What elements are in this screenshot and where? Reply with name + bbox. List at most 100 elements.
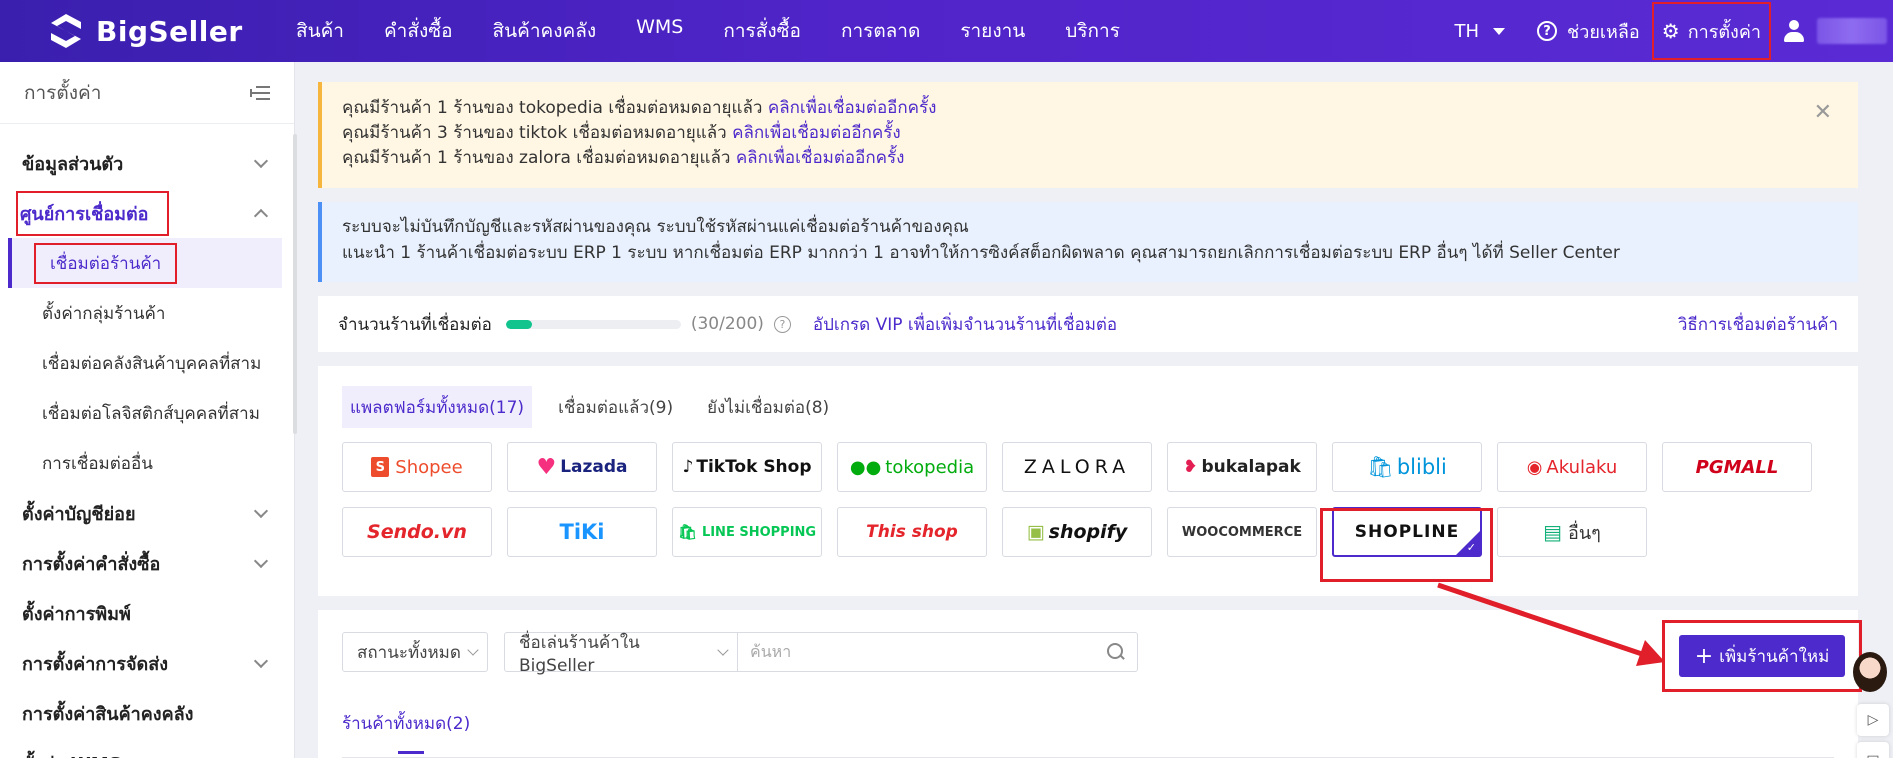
help-link[interactable]: ? ช่วยเหลือ	[1537, 17, 1640, 46]
platform-line-shopping[interactable]: 🛍 LINE SHOPPING	[672, 507, 822, 557]
chevron-down-icon	[717, 644, 729, 656]
sidebar-item-label: ข้อมูลส่วนตัว	[22, 153, 124, 175]
platform-pgmall[interactable]: PGMALL	[1662, 442, 1812, 492]
chevron-down-icon	[253, 503, 269, 518]
tab-not-connected[interactable]: ยังไม่เชื่อมต่อ(8)	[699, 386, 837, 428]
sidebar-item-shipping-settings[interactable]: การตั้งค่าการจัดส่ง	[0, 638, 294, 688]
sidebar-subitem-other-connection[interactable]: การเชื่อมต่ออื่น	[0, 438, 294, 488]
platform-label: Lazada	[560, 457, 628, 477]
tab-all-stores[interactable]: ร้านค้าทั้งหมด(2)	[342, 714, 470, 734]
add-store-label: เพิ่มร้านค้าใหม่	[1719, 646, 1830, 667]
info-line-2: แนะนำ 1 ร้านค้าเชื่อมต่อระบบ ERP 1 ระบบ …	[342, 243, 1620, 263]
platform-label: อื่นๆ	[1568, 522, 1601, 544]
sidebar-subitem-label: การเชื่อมต่ออื่น	[42, 453, 153, 474]
sidebar-item-subaccount[interactable]: ตั้งค่าบัญชีย่อย	[0, 488, 294, 538]
nav-marketing[interactable]: การตลาด	[841, 16, 920, 46]
quota-progress-bar	[505, 319, 681, 329]
store-search-input[interactable]: ค้นหา	[738, 632, 1138, 672]
alert-line: คุณมีร้านค้า 1 ร้านของ zalora เชื่อมต่อห…	[342, 146, 1838, 171]
top-navbar: BigSeller สินค้า คำสั่งซื้อ สินค้าคงคลัง…	[0, 0, 1893, 62]
reconnect-link[interactable]: คลิกเพื่อเชื่อมต่ออีกครั้ง	[768, 98, 937, 118]
search-placeholder: ค้นหา	[750, 641, 792, 661]
store-icon: ▤	[1543, 520, 1563, 544]
platform-woocommerce[interactable]: WOOCOMMERCE	[1167, 507, 1317, 557]
sidebar-subitem-3pl-warehouse[interactable]: เชื่อมต่อคลังสินค้าบุคคลที่สาม	[0, 338, 294, 388]
how-to-connect-link[interactable]: วิธีการเชื่อมต่อร้านค้า	[1678, 311, 1838, 338]
sidebar-item-order-settings[interactable]: การตั้งค่าคำสั่งซื้อ	[0, 538, 294, 588]
tab-all-platforms[interactable]: แพลตฟอร์มทั้งหมด(17)	[342, 386, 533, 428]
nav-products[interactable]: สินค้า	[296, 16, 344, 46]
platform-label: Sendo.vn	[367, 521, 467, 543]
sidebar-subitem-label: เชื่อมต่อโลจิสติกส์บุคคลที่สาม	[42, 403, 260, 424]
nav-orders[interactable]: คำสั่งซื้อ	[384, 16, 453, 46]
tab-connected[interactable]: เชื่อมต่อแล้ว(9)	[550, 386, 681, 428]
upgrade-vip-link[interactable]: อัปเกรด VIP เพื่อเพิ่มจำนวนร้านที่เชื่อม…	[813, 311, 1117, 338]
logo[interactable]: BigSeller	[46, 11, 246, 51]
assistant-avatar[interactable]	[1853, 652, 1887, 692]
platform-label: PGMALL	[1695, 456, 1779, 478]
settings-label: การตั้งค่า	[1687, 21, 1761, 43]
platform-other[interactable]: ▤ อื่นๆ	[1497, 507, 1647, 557]
search-icon[interactable]	[1107, 643, 1125, 661]
shopify-bag-icon: ▣	[1026, 521, 1045, 543]
sidebar-item-connection-center[interactable]: ศูนย์การเชื่อมต่อ	[0, 188, 294, 238]
sidebar-item-label: การตั้งค่าการจัดส่ง	[22, 653, 168, 675]
platform-panel: แพลตฟอร์มทั้งหมด(17) เชื่อมต่อแล้ว(9) ยั…	[318, 366, 1858, 596]
user-menu[interactable]	[1783, 18, 1887, 44]
tiktok-note-icon: ♪	[682, 457, 694, 477]
platform-sendo[interactable]: Sendo.vn	[342, 507, 492, 557]
chevron-down-icon	[253, 153, 269, 168]
platform-grid: S Shopee ♥ Lazada ♪ TikTok Shop ●● tokop…	[342, 442, 1834, 557]
platform-lazada[interactable]: ♥ Lazada	[507, 442, 657, 492]
platform-akulaku[interactable]: ◉ Akulaku	[1497, 442, 1647, 492]
tokopedia-owl-icon: ●●	[849, 456, 882, 478]
platform-label: blibli	[1396, 455, 1447, 479]
nav-wms[interactable]: WMS	[636, 16, 683, 46]
video-icon[interactable]: ▷	[1857, 704, 1889, 736]
shopline-highlight	[1320, 508, 1493, 582]
search-field-select[interactable]: ชื่อเล่นร้านค้าใน BigSeller	[504, 632, 738, 676]
sidebar-subitem-store-group[interactable]: ตั้งค่ากลุ่มร้านค้า	[0, 288, 294, 338]
language-select[interactable]: TH	[1454, 21, 1506, 42]
status-select[interactable]: สถานะทั้งหมด	[342, 632, 488, 672]
sidebar-header: การตั้งค่า	[0, 62, 294, 124]
platform-shopify[interactable]: ▣ shopify	[1002, 507, 1152, 557]
platform-thisshop[interactable]: This shop	[837, 507, 987, 557]
platform-bukalapak[interactable]: ❥ bukalapak	[1167, 442, 1317, 492]
sidebar-item-inventory-settings[interactable]: การตั้งค่าสินค้าคงคลัง	[0, 688, 294, 738]
alert-line: คุณมีร้านค้า 3 ร้านของ tiktok เชื่อมต่อห…	[342, 121, 1838, 146]
platform-zalora[interactable]: ZALORA	[1002, 442, 1152, 492]
nav-services[interactable]: บริการ	[1065, 16, 1120, 46]
plus-icon: +	[1694, 643, 1714, 669]
sidebar-subitem-connect-store[interactable]: เชื่อมต่อร้านค้า	[8, 238, 282, 288]
nav-purchase[interactable]: การสั่งซื้อ	[723, 16, 801, 46]
platform-blibli[interactable]: 🛍 blibli	[1332, 442, 1482, 492]
caret-down-icon	[1493, 27, 1506, 35]
sidebar-subitem-3pl-logistics[interactable]: เชื่อมต่อโลจิสติกส์บุคคลที่สาม	[0, 388, 294, 438]
nav-inventory[interactable]: สินค้าคงคลัง	[493, 16, 597, 46]
sidebar-scrollbar[interactable]	[293, 134, 297, 434]
chat-icon[interactable]: ▭	[1857, 742, 1889, 758]
platform-shopee[interactable]: S Shopee	[342, 442, 492, 492]
reconnect-link[interactable]: คลิกเพื่อเชื่อมต่ออีกครั้ง	[732, 123, 901, 143]
settings-link[interactable]: ⚙ การตั้งค่า	[1651, 2, 1771, 60]
reconnect-link[interactable]: คลิกเพื่อเชื่อมต่ออีกครั้ง	[736, 148, 905, 168]
nav-reports[interactable]: รายงาน	[960, 16, 1025, 46]
sidebar-item-print-settings[interactable]: ตั้งค่าการพิมพ์	[0, 588, 294, 638]
sidebar-subitem-label: เชื่อมต่อคลังสินค้าบุคคลที่สาม	[42, 353, 262, 374]
alert-text: คุณมีร้านค้า 1 ร้านของ tokopedia เชื่อมต…	[342, 98, 763, 118]
add-new-store-button[interactable]: + เพิ่มร้านค้าใหม่	[1679, 635, 1845, 677]
platform-tiktok[interactable]: ♪ TikTok Shop	[672, 442, 822, 492]
sidebar-item-label: การตั้งค่าคำสั่งซื้อ	[22, 553, 161, 575]
chevron-down-icon	[253, 753, 269, 758]
line-bag-icon: 🛍	[677, 523, 697, 541]
question-icon[interactable]: ?	[773, 315, 791, 333]
chevron-down-icon	[253, 553, 269, 568]
sidebar-item-profile[interactable]: ข้อมูลส่วนตัว	[0, 138, 294, 188]
platform-tokopedia[interactable]: ●● tokopedia	[837, 442, 987, 492]
sidebar-item-wms-settings[interactable]: ตั้งค่า WMS	[0, 738, 294, 758]
collapse-menu-icon[interactable]	[250, 85, 270, 101]
close-icon[interactable]: ✕	[1814, 100, 1832, 125]
platform-tiki[interactable]: TiKi	[507, 507, 657, 557]
platform-label: LINE SHOPPING	[701, 524, 817, 540]
